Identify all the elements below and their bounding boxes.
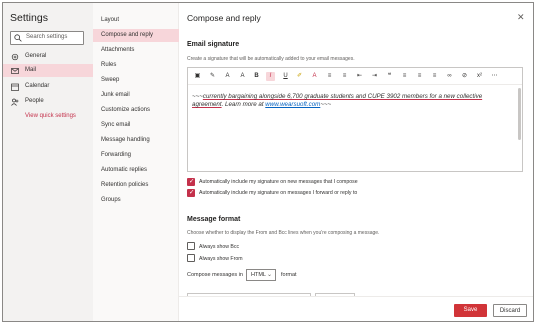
category-groups[interactable]: Groups: [93, 194, 179, 207]
signature-forward-reply-label: Automatically include my signature on me…: [199, 190, 358, 196]
chevron-down-icon: ⌄: [266, 272, 272, 278]
font-color-icon[interactable]: A: [310, 72, 319, 81]
category-junk-email[interactable]: Junk email: [93, 89, 179, 102]
category-customize-actions[interactable]: Customize actions: [93, 104, 179, 117]
signature-new-messages-label: Automatically include my signature on ne…: [199, 179, 358, 185]
email-signature-heading: Email signature: [187, 41, 240, 48]
category-automatic-replies[interactable]: Automatic replies: [93, 164, 179, 177]
editor-scrollbar[interactable]: [518, 88, 521, 140]
format-suffix-label: format: [281, 272, 297, 278]
formatting-toolbar: ▣ ✎ A A B I U ✐ A ≡ ≡ ⇤ ⇥ ❝ ≡ ≡ ≡ ∞ ⊘ x²: [188, 68, 522, 85]
message-format-description: Choose whether to display the From and B…: [187, 230, 380, 236]
align-left-icon[interactable]: ≡: [400, 72, 409, 81]
highlight-icon[interactable]: ✐: [295, 72, 304, 81]
category-message-handling[interactable]: Message handling: [93, 134, 179, 147]
quote-icon[interactable]: ❝: [385, 72, 394, 81]
compose-and-reply-panel: Compose and reply ✕ Email signature Crea…: [179, 3, 533, 321]
bold-icon[interactable]: B: [252, 72, 261, 81]
category-sync-email[interactable]: Sync email: [93, 119, 179, 132]
search-icon: [14, 34, 22, 42]
decrease-indent-icon[interactable]: ⇤: [355, 72, 364, 81]
panel-footer: Save Discard: [179, 296, 533, 321]
signature-forward-reply-checkbox[interactable]: [187, 188, 195, 197]
font-size-icon[interactable]: A: [238, 72, 247, 81]
insert-picture-icon[interactable]: ▣: [193, 72, 202, 81]
category-retention-policies[interactable]: Retention policies: [93, 179, 179, 192]
nav-item-people[interactable]: People: [3, 95, 93, 108]
close-icon[interactable]: ✕: [517, 12, 525, 23]
signature-text[interactable]: ~~~currently bargaining alongside 6,700 …: [192, 93, 514, 109]
numbering-icon[interactable]: ≡: [340, 72, 349, 81]
unlink-icon[interactable]: ⊘: [460, 72, 469, 81]
signature-link[interactable]: www.wearsuoft.com: [265, 101, 320, 108]
category-compose-and-reply[interactable]: Compose and reply: [93, 29, 179, 42]
calendar-icon: [11, 83, 19, 91]
nav-item-label: Calendar: [25, 83, 50, 89]
mail-settings-categories: Layout Compose and reply Attachments Rul…: [93, 3, 179, 321]
view-quick-settings-link[interactable]: View quick settings: [25, 113, 76, 119]
always-show-from-checkbox[interactable]: [187, 254, 195, 262]
align-right-icon[interactable]: ≡: [430, 72, 439, 81]
settings-title: Settings: [10, 12, 48, 24]
category-forwarding[interactable]: Forwarding: [93, 149, 179, 162]
compose-format-label: Compose messages in: [187, 272, 243, 278]
gear-icon: [11, 53, 19, 61]
nav-item-general[interactable]: General: [3, 50, 93, 63]
search-placeholder: Search settings: [26, 34, 68, 40]
search-input[interactable]: Search settings: [10, 31, 84, 45]
more-options-icon[interactable]: ⋯: [490, 72, 499, 81]
save-button[interactable]: Save: [454, 304, 487, 317]
category-attachments[interactable]: Attachments: [93, 44, 179, 57]
superscript-icon[interactable]: x²: [475, 72, 484, 81]
font-icon[interactable]: A: [223, 72, 232, 81]
align-center-icon[interactable]: ≡: [415, 72, 424, 81]
nav-item-label: Mail: [25, 67, 37, 73]
settings-window: Settings Search settings General Mail Ca…: [2, 2, 534, 322]
bullets-icon[interactable]: ≡: [325, 72, 334, 81]
always-show-from-label: Always show From: [199, 256, 243, 262]
category-layout[interactable]: Layout: [93, 14, 179, 27]
nav-item-label: General: [25, 53, 47, 59]
mail-icon: [11, 68, 19, 74]
always-show-bcc-label: Always show Bcc: [199, 244, 240, 250]
category-rules[interactable]: Rules: [93, 59, 179, 72]
category-sweep[interactable]: Sweep: [93, 74, 179, 87]
nav-item-mail[interactable]: Mail: [3, 64, 93, 77]
compose-format-select[interactable]: HTML ⌄: [246, 269, 276, 281]
email-signature-description: Create a signature that will be automati…: [187, 56, 355, 62]
panel-title: Compose and reply: [187, 13, 261, 23]
always-show-bcc-checkbox[interactable]: [187, 242, 195, 250]
italic-icon[interactable]: I: [266, 72, 275, 81]
nav-item-label: People: [25, 98, 44, 104]
signature-new-messages-checkbox[interactable]: [187, 177, 195, 186]
increase-indent-icon[interactable]: ⇥: [370, 72, 379, 81]
message-format-heading: Message format: [187, 216, 241, 223]
settings-nav: Settings Search settings General Mail Ca…: [3, 3, 93, 321]
people-icon: [11, 98, 19, 106]
link-icon[interactable]: ∞: [445, 72, 454, 81]
format-painter-icon[interactable]: ✎: [208, 72, 217, 81]
nav-item-calendar[interactable]: Calendar: [3, 80, 93, 93]
signature-editor[interactable]: ▣ ✎ A A B I U ✐ A ≡ ≡ ⇤ ⇥ ❝ ≡ ≡ ≡ ∞ ⊘ x²: [187, 67, 523, 172]
discard-button[interactable]: Discard: [493, 304, 527, 317]
underline-icon[interactable]: U: [281, 72, 290, 81]
